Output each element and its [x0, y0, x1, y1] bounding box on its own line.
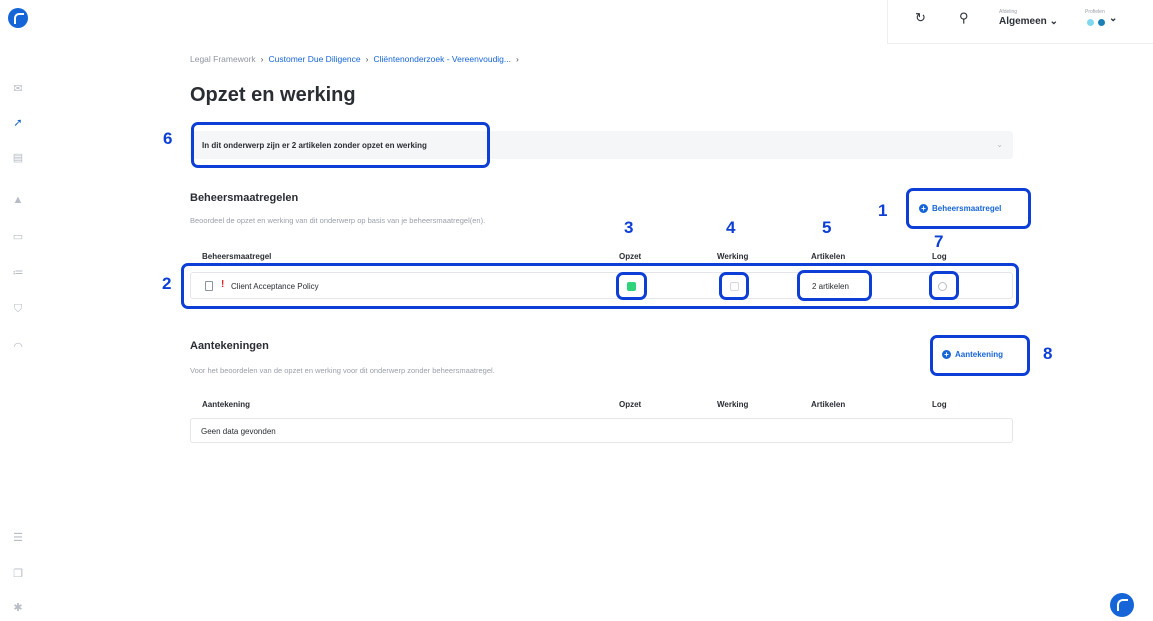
breadcrumb-item-clientenonderzoek[interactable]: Cliëntenonderzoek - Vereenvoudig...	[373, 54, 511, 64]
copy-icon[interactable]: ❐	[11, 566, 25, 580]
sidebar: ✉ ➚ ▤ ▲ ▭ ≔ ⛉ ◠ ☰ ❐ ✱	[0, 0, 36, 621]
annotation-number-1: 1	[878, 201, 888, 220]
col-werking: Werking	[717, 252, 749, 261]
annotation-number-3: 3	[624, 218, 634, 237]
profielen-label: Profielen	[1085, 9, 1105, 15]
annotation-box-4	[719, 272, 749, 300]
document-icon[interactable]: ☰	[11, 530, 25, 544]
col-artikelen: Artikelen	[811, 400, 846, 409]
profile-chevron-icon[interactable]: ⌄	[1109, 13, 1117, 24]
annotation-box-6	[191, 122, 490, 168]
breadcrumb-item-cdd[interactable]: Customer Due Diligence	[269, 54, 361, 64]
profile-dot-1[interactable]	[1087, 19, 1094, 26]
annotation-box-7	[929, 271, 959, 300]
annotation-number-4: 4	[726, 218, 736, 237]
top-bar: ↻ ⚲ Afdeling Algemeen ⌄ Profielen ⌄	[887, 0, 1153, 44]
gavel-icon[interactable]: ➚	[11, 115, 25, 129]
annotation-box-3	[616, 272, 647, 300]
annotation-box-1	[906, 188, 1031, 229]
profile-dot-2[interactable]	[1098, 19, 1105, 26]
annotation-number-6: 6	[163, 129, 173, 148]
gear-icon[interactable]: ✱	[11, 600, 25, 614]
annotation-box-5	[797, 270, 872, 301]
col-artikelen: Artikelen	[811, 252, 846, 261]
empty-row: Geen data gevonden	[190, 418, 1013, 443]
aantekeningen-title: Aantekeningen	[190, 340, 269, 352]
col-log: Log	[932, 252, 947, 261]
col-log: Log	[932, 400, 947, 409]
checklist-icon[interactable]: ≔	[11, 265, 25, 279]
afdeling-select[interactable]: Algemeen ⌄	[999, 16, 1058, 27]
calendar-icon[interactable]: ▭	[11, 229, 25, 243]
shield-icon[interactable]: ⛉	[11, 302, 25, 316]
col-werking: Werking	[717, 400, 749, 409]
col-beheersmaatregel: Beheersmaatregel	[202, 252, 272, 261]
refresh-icon[interactable]: ↻	[915, 10, 926, 26]
rss-icon[interactable]: ◠	[11, 339, 25, 353]
breadcrumb-separator: ›	[260, 54, 264, 64]
annotation-number-7: 7	[934, 232, 944, 251]
empty-text: Geen data gevonden	[201, 427, 276, 436]
annotation-box-2	[181, 263, 1019, 309]
mail-icon[interactable]: ✉	[11, 81, 25, 95]
beheersmaatregelen-subtitle: Beoordeel de opzet en werking van dit on…	[190, 216, 486, 225]
files-icon[interactable]: ▤	[11, 150, 25, 164]
afdeling-label: Afdeling	[999, 9, 1018, 15]
breadcrumb: Legal Framework › Customer Due Diligence › C…	[190, 54, 524, 64]
annotation-number-2: 2	[162, 274, 172, 293]
chat-launcher-icon[interactable]	[1110, 593, 1134, 617]
beheersmaatregelen-title: Beheersmaatregelen	[190, 192, 299, 204]
afdeling-value: Algemeen	[999, 16, 1047, 27]
warning-icon[interactable]: ▲	[11, 193, 25, 207]
annotation-number-8: 8	[1043, 344, 1053, 363]
aantekeningen-subtitle: Voor het beoordelen van de opzet en werk…	[190, 366, 495, 375]
search-icon[interactable]: ⚲	[959, 10, 969, 26]
breadcrumb-item-legal-framework[interactable]: Legal Framework	[190, 54, 256, 64]
col-opzet: Opzet	[619, 400, 642, 409]
annotation-box-8	[930, 335, 1030, 376]
breadcrumb-separator: ›	[365, 54, 369, 64]
chevron-down-icon: ⌄	[996, 140, 1003, 149]
col-aantekening: Aantekening	[202, 400, 251, 409]
logo-icon[interactable]	[8, 8, 28, 28]
page-title: Opzet en werking	[190, 84, 356, 106]
chevron-down-icon: ⌄	[1049, 16, 1058, 27]
annotation-number-5: 5	[822, 218, 832, 237]
breadcrumb-separator: ›	[516, 54, 519, 64]
col-opzet: Opzet	[619, 252, 642, 261]
